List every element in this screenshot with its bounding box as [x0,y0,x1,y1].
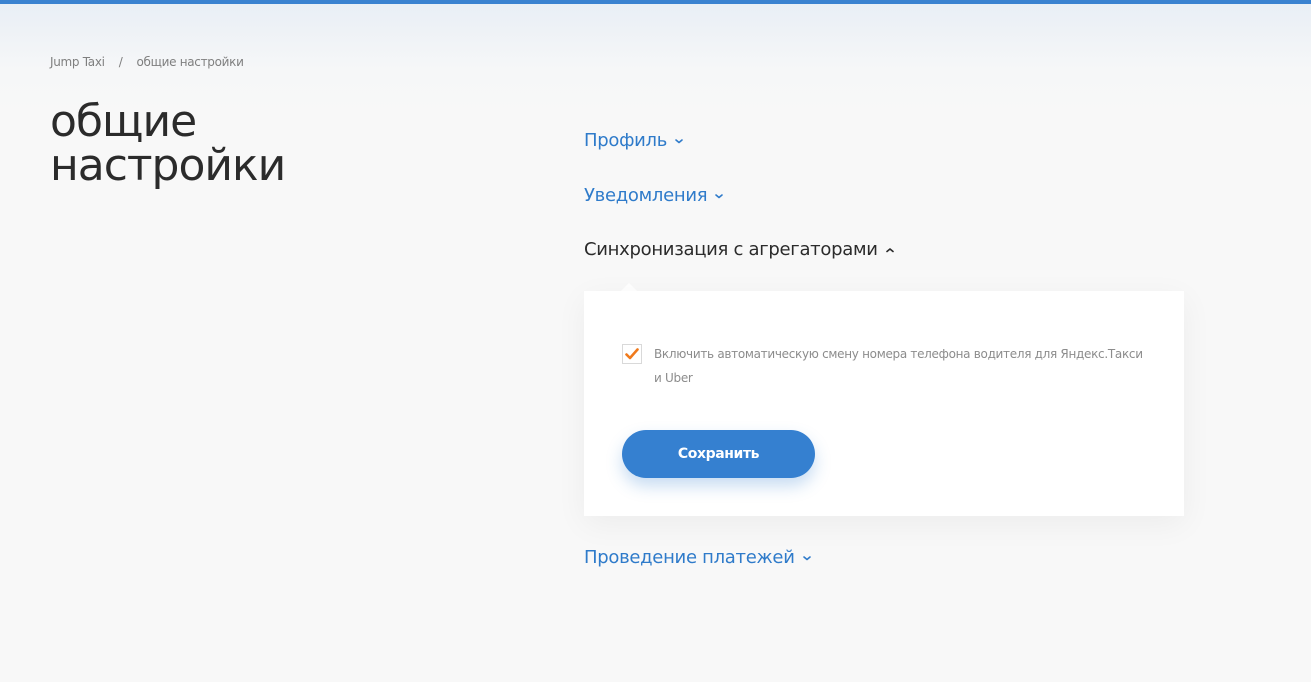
section-notifications[interactable]: Уведомления [584,185,724,206]
save-button[interactable]: Сохранить [622,430,815,478]
auto-phone-change-checkbox[interactable] [622,344,642,364]
auto-phone-change-option: Включить автоматическую смену номера тел… [622,344,1152,390]
section-notifications-label: Уведомления [584,185,708,206]
section-profile[interactable]: Профиль [584,130,684,151]
chevron-down-icon [802,555,811,560]
auto-phone-change-label[interactable]: Включить автоматическую смену номера тел… [654,342,1152,390]
top-accent-bar [0,0,1311,4]
section-sync[interactable]: Синхронизация с агрегаторами [584,239,895,260]
sync-settings-panel: Включить автоматическую смену номера тел… [584,291,1184,516]
breadcrumb-current: общие настройки [136,55,244,69]
breadcrumb-separator: / [118,55,123,69]
page-title: общие настройки [50,96,286,191]
chevron-up-icon [885,247,894,252]
section-profile-label: Профиль [584,130,668,151]
breadcrumb: Jump Taxi / общие настройки [50,55,244,69]
section-payments-label: Проведение платежей [584,547,795,568]
page: Jump Taxi / общие настройки общие настро… [0,0,1311,682]
breadcrumb-root-link[interactable]: Jump Taxi [50,55,105,69]
chevron-down-icon [675,138,683,143]
chevron-down-icon [715,193,724,198]
section-sync-label: Синхронизация с агрегаторами [584,239,878,260]
checkmark-icon [625,348,639,360]
section-payments[interactable]: Проведение платежей [584,547,812,568]
